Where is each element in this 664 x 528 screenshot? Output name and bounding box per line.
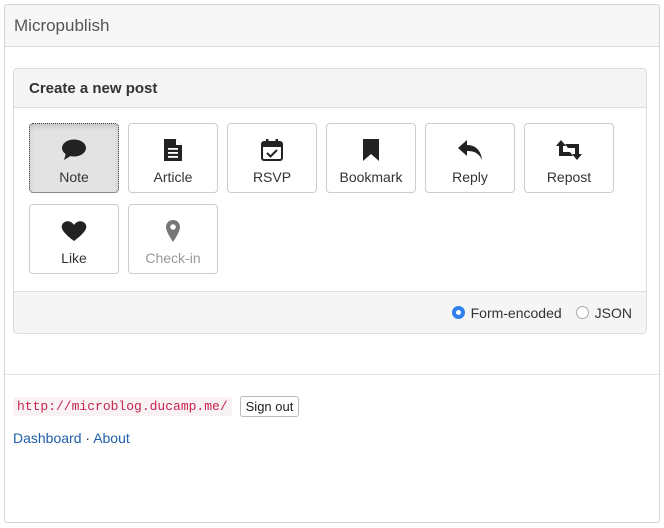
bookmark-button[interactable]: Bookmark: [326, 123, 416, 193]
site-info: http://microblog.ducamp.me/ Sign out: [13, 396, 300, 417]
json-label: JSON: [594, 304, 632, 321]
document-icon: [159, 138, 187, 162]
check-in-label: Check-in: [145, 250, 201, 266]
repost-button[interactable]: Repost: [524, 123, 614, 193]
reply-button[interactable]: Reply: [425, 123, 515, 193]
create-post-panel: Create a new post Note Article RSVP Book…: [13, 68, 647, 334]
panel-title: Create a new post: [29, 79, 158, 97]
app-window: Micropublish Create a new post Note Arti…: [4, 4, 660, 523]
comment-icon: [60, 138, 88, 162]
heart-icon: [60, 219, 88, 243]
radio-unchecked-icon[interactable]: [575, 306, 589, 319]
like-label: Like: [61, 250, 87, 266]
panel-heading: Create a new post: [14, 69, 646, 108]
bookmark-icon: [357, 138, 385, 162]
map-marker-icon: [159, 219, 187, 243]
note-label: Note: [59, 169, 89, 185]
repost-label: Repost: [546, 169, 592, 185]
bookmark-label: Bookmark: [339, 169, 403, 185]
check-in-button[interactable]: Check-in: [128, 204, 218, 274]
reply-label: Reply: [452, 169, 488, 185]
footer-divider: [5, 374, 659, 375]
form-encoded-radio[interactable]: Form-encoded: [451, 304, 562, 321]
rsvp-button[interactable]: RSVP: [227, 123, 317, 193]
link-separator: ·: [85, 430, 91, 446]
app-title[interactable]: Micropublish: [14, 16, 109, 36]
json-radio[interactable]: JSON: [575, 304, 632, 321]
rsvp-label: RSVP: [252, 169, 292, 185]
format-selector: Form-encoded JSON: [14, 291, 646, 333]
retweet-icon: [555, 138, 583, 162]
article-label: Article: [153, 169, 193, 185]
form-encoded-label: Form-encoded: [470, 304, 562, 321]
reply-icon: [456, 138, 484, 162]
like-button[interactable]: Like: [29, 204, 119, 274]
dashboard-link[interactable]: Dashboard: [13, 430, 82, 446]
site-url: http://microblog.ducamp.me/: [13, 397, 232, 416]
about-link[interactable]: About: [93, 430, 130, 446]
calendar-check-icon: [258, 138, 286, 162]
sign-out-button[interactable]: Sign out: [239, 396, 300, 417]
article-button[interactable]: Article: [128, 123, 218, 193]
footer-links: Dashboard · About: [13, 430, 130, 446]
post-type-buttons: Note Article RSVP Bookmark Reply Repost …: [14, 108, 646, 291]
radio-checked-icon[interactable]: [451, 306, 465, 319]
navbar: Micropublish: [5, 5, 659, 47]
note-button[interactable]: Note: [29, 123, 119, 193]
